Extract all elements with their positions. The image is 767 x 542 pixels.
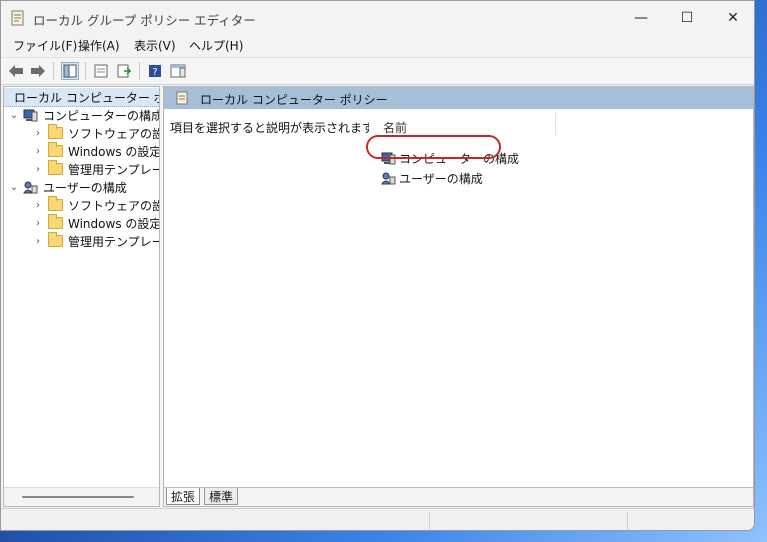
maximize-icon: ☐: [680, 10, 694, 26]
list-view: 名前 コンピューターの構成 ユーザーの構成: [369, 109, 753, 489]
list-item-label: ユーザーの構成: [399, 171, 483, 186]
chevron-right-icon[interactable]: ›: [32, 146, 44, 157]
app-window: ローカル グループ ポリシー エディター — ☐ ✕ ファイル(F) 操作(A)…: [0, 0, 755, 531]
computer-config-icon: [23, 109, 38, 121]
properties-icon: [94, 64, 108, 78]
toolbar-separator: [139, 62, 140, 80]
status-divider: [429, 512, 430, 530]
user-config-icon: [381, 172, 396, 184]
chevron-down-icon[interactable]: ⌄: [8, 182, 20, 193]
chevron-right-icon[interactable]: ›: [32, 128, 44, 139]
close-icon: ✕: [727, 10, 739, 26]
toolbar: ?: [1, 57, 754, 85]
details-pane: ローカル コンピューター ポリシー 項目を選択すると説明が表示されます。 名前 …: [163, 86, 754, 507]
policy-editor-icon: [11, 10, 24, 26]
tree-item-computer-software-settings[interactable]: › ソフトウェアの設定: [32, 124, 159, 142]
tree-item-label: Windows の設定: [68, 144, 160, 159]
user-config-icon: [23, 181, 38, 193]
status-bar: [1, 508, 754, 530]
list-item-user-config[interactable]: ユーザーの構成: [381, 169, 483, 187]
properties-button[interactable]: [92, 62, 110, 80]
svg-text:?: ?: [152, 67, 157, 78]
details-header: ローカル コンピューター ポリシー: [164, 87, 753, 109]
export-list-icon: [117, 64, 131, 78]
forward-arrow-icon: [31, 65, 45, 77]
tree-item-label: 管理用テンプレート: [68, 162, 159, 177]
tree-item-computer-config[interactable]: ⌄ コンピューターの構成: [8, 106, 160, 124]
toolbar-separator: [85, 62, 86, 80]
column-header-name[interactable]: 名前: [383, 119, 407, 136]
tab-label: 標準: [209, 489, 234, 504]
menu-file[interactable]: ファイル(F): [13, 37, 77, 54]
close-button[interactable]: ✕: [710, 1, 754, 35]
export-list-button[interactable]: [115, 62, 133, 80]
tree-item-user-config[interactable]: ⌄ ユーザーの構成: [8, 178, 127, 196]
folder-icon: [48, 232, 63, 247]
chevron-right-icon[interactable]: ›: [32, 200, 44, 211]
chevron-right-icon[interactable]: ›: [32, 164, 44, 175]
tree-item-computer-admin-templates[interactable]: › 管理用テンプレート: [32, 160, 159, 178]
scrollbar-thumb[interactable]: [22, 496, 134, 498]
tree-item-user-windows-settings[interactable]: › Windows の設定: [32, 214, 160, 232]
chevron-right-icon[interactable]: ›: [32, 236, 44, 247]
chevron-down-icon[interactable]: ⌄: [8, 110, 20, 121]
menu-view[interactable]: 表示(V): [134, 37, 176, 54]
back-arrow-icon: [9, 65, 23, 77]
folder-icon: [48, 214, 63, 229]
description-text: 項目を選択すると説明が表示されます。: [170, 121, 385, 135]
minimize-button[interactable]: —: [618, 1, 664, 35]
menu-bar: ファイル(F) 操作(A) 表示(V) ヘルプ(H): [1, 35, 754, 55]
minimize-icon: —: [634, 10, 648, 26]
policy-document-icon: [176, 91, 188, 105]
show-hide-action-pane-icon: [170, 64, 186, 78]
menu-action[interactable]: 操作(A): [78, 37, 120, 54]
tree-item-user-admin-templates[interactable]: › 管理用テンプレート: [32, 232, 159, 250]
tree-horizontal-scrollbar[interactable]: [4, 487, 159, 506]
folder-icon: [48, 124, 63, 139]
window-title: ローカル グループ ポリシー エディター: [33, 13, 256, 28]
tab-standard[interactable]: 標準: [204, 488, 239, 505]
chevron-right-icon[interactable]: ›: [32, 218, 44, 229]
tree-item-user-software-settings[interactable]: › ソフトウェアの設定: [32, 196, 159, 214]
view-tabs: 拡張 標準: [164, 487, 753, 506]
folder-icon: [48, 196, 63, 211]
folder-icon: [48, 160, 63, 175]
menu-help[interactable]: ヘルプ(H): [189, 37, 243, 54]
tree-item-computer-windows-settings[interactable]: › Windows の設定: [32, 142, 160, 160]
help-button[interactable]: ?: [146, 62, 164, 80]
tab-extended[interactable]: 拡張: [166, 488, 201, 505]
title-bar: ローカル グループ ポリシー エディター — ☐ ✕: [1, 1, 754, 35]
main-content: ローカル コンピューター ポリシー ⌄ コンピューターの構成 › ソフトウェアの…: [3, 86, 754, 507]
details-header-title: ローカル コンピューター ポリシー: [200, 93, 388, 107]
column-separator[interactable]: [555, 113, 556, 135]
tab-label: 拡張: [171, 489, 196, 504]
show-hide-action-pane-button[interactable]: [169, 62, 187, 80]
tree-root-local-computer-policy[interactable]: ローカル コンピューター ポリシー: [4, 88, 159, 107]
maximize-button[interactable]: ☐: [664, 1, 710, 35]
toolbar-separator: [53, 62, 54, 80]
help-icon: ?: [149, 65, 161, 78]
show-hide-tree-button[interactable]: [61, 62, 79, 80]
tree-pane: ローカル コンピューター ポリシー ⌄ コンピューターの構成 › ソフトウェアの…: [3, 86, 160, 507]
tree-item-label: Windows の設定: [68, 216, 160, 231]
back-button[interactable]: [7, 62, 25, 80]
folder-icon: [48, 142, 63, 157]
forward-button[interactable]: [29, 62, 47, 80]
status-divider: [627, 512, 628, 530]
show-hide-tree-icon: [63, 64, 77, 78]
tree-item-label: ソフトウェアの設定: [68, 198, 159, 213]
tree-root-label: ローカル コンピューター ポリシー: [14, 90, 159, 105]
tree-item-label: コンピューターの構成: [43, 108, 160, 123]
tree-item-label: ソフトウェアの設定: [68, 126, 159, 141]
annotation-highlight-ring: [366, 135, 501, 159]
tree-item-label: 管理用テンプレート: [68, 234, 159, 249]
tree-item-label: ユーザーの構成: [43, 180, 127, 195]
